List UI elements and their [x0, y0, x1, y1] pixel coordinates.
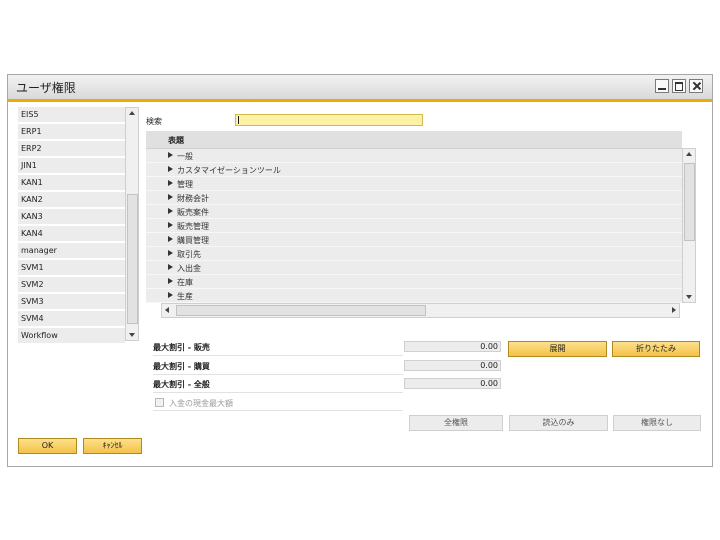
user-list-item[interactable]: ERP1 — [18, 124, 125, 140]
minimize-icon[interactable] — [655, 79, 669, 93]
max-discount-purchasing-field[interactable]: 0.00 — [404, 360, 501, 371]
close-icon[interactable] — [689, 79, 703, 93]
scroll-right-icon[interactable] — [672, 307, 676, 313]
tree-node[interactable]: 管理 — [146, 177, 682, 191]
tree-node-label: 購買管理 — [177, 236, 209, 245]
user-list-item[interactable]: KAN3 — [18, 209, 125, 225]
field-underline — [153, 374, 403, 375]
title-bar[interactable]: ユーザ権限 — [8, 75, 712, 102]
search-input[interactable] — [235, 114, 423, 126]
collapse-button[interactable]: 折りたたみ — [612, 341, 700, 357]
max-discount-general-field[interactable]: 0.00 — [404, 378, 501, 389]
tree-node[interactable]: 購買管理 — [146, 233, 682, 247]
tree-node-label: 取引先 — [177, 250, 201, 259]
scroll-up-icon[interactable] — [686, 152, 692, 156]
field-underline — [153, 410, 403, 411]
user-list-scrollbar[interactable] — [125, 107, 139, 341]
expand-button[interactable]: 展開 — [508, 341, 607, 357]
tree-node-label: 一般 — [177, 152, 193, 161]
tree-node[interactable]: 販売案件 — [146, 205, 682, 219]
user-list-item[interactable]: manager — [18, 243, 125, 259]
text-caret — [238, 116, 239, 124]
tree-node[interactable]: 財務会計 — [146, 191, 682, 205]
expand-triangle-icon[interactable] — [168, 208, 173, 214]
expand-triangle-icon[interactable] — [168, 180, 173, 186]
max-cash-amount-checkbox[interactable] — [155, 398, 164, 407]
user-list-item[interactable]: SVM3 — [18, 294, 125, 310]
user-list-item[interactable]: SVM1 — [18, 260, 125, 276]
no-authorization-button[interactable]: 権限なし — [613, 415, 701, 431]
max-discount-sales-label: 最大割引 - 販売 — [153, 343, 210, 352]
user-list-item[interactable]: ERP2 — [18, 141, 125, 157]
tree-horizontal-scrollbar[interactable] — [161, 303, 680, 318]
field-underline — [153, 392, 403, 393]
read-only-button[interactable]: 読込のみ — [509, 415, 608, 431]
tree-node[interactable]: 在庫 — [146, 275, 682, 289]
tree-node[interactable]: 販売管理 — [146, 219, 682, 233]
scroll-left-icon[interactable] — [165, 307, 169, 313]
scroll-down-icon[interactable] — [129, 333, 135, 337]
user-list: EIS5 ERP1 ERP2 JIN1 KAN1 KAN2 KAN3 KAN4 … — [18, 107, 125, 344]
scroll-thumb[interactable] — [176, 305, 426, 316]
expand-triangle-icon[interactable] — [168, 222, 173, 228]
expand-triangle-icon[interactable] — [168, 236, 173, 242]
user-list-item[interactable]: Workflow — [18, 328, 125, 344]
user-list-item[interactable]: SVM4 — [18, 311, 125, 327]
ok-button[interactable]: OK — [18, 438, 77, 454]
full-authorization-button[interactable]: 全権限 — [409, 415, 503, 431]
field-underline — [153, 355, 403, 356]
expand-triangle-icon[interactable] — [168, 166, 173, 172]
max-discount-sales-field[interactable]: 0.00 — [404, 341, 501, 352]
user-list-item[interactable]: SVM2 — [18, 277, 125, 293]
tree-node-label: カスタマイゼーションツール — [177, 166, 281, 175]
tree-node-label: 販売管理 — [177, 222, 209, 231]
cancel-button[interactable]: ｷｬﾝｾﾙ — [83, 438, 142, 454]
user-list-item[interactable]: KAN2 — [18, 192, 125, 208]
tree-node-label: 管理 — [177, 180, 193, 189]
expand-triangle-icon[interactable] — [168, 264, 173, 270]
scroll-thumb[interactable] — [127, 194, 138, 324]
tree-vertical-scrollbar[interactable] — [682, 148, 696, 303]
search-label: 検索 — [146, 117, 162, 126]
expand-triangle-icon[interactable] — [168, 250, 173, 256]
tree-node[interactable]: カスタマイゼーションツール — [146, 163, 682, 177]
scroll-up-icon[interactable] — [129, 111, 135, 115]
tree-node[interactable]: 生産 — [146, 289, 682, 303]
tree-node[interactable]: 一般 — [146, 149, 682, 163]
tree-node-label: 販売案件 — [177, 208, 209, 217]
user-list-item[interactable]: KAN4 — [18, 226, 125, 242]
tree-node-label: 入出金 — [177, 264, 201, 273]
scroll-down-icon[interactable] — [686, 295, 692, 299]
user-list-item[interactable]: EIS5 — [18, 107, 125, 123]
expand-triangle-icon[interactable] — [168, 278, 173, 284]
max-discount-purchasing-label: 最大割引 - 購買 — [153, 362, 210, 371]
tree-node[interactable]: 取引先 — [146, 247, 682, 261]
user-list-item[interactable]: JIN1 — [18, 158, 125, 174]
tree-header-label: 表題 — [168, 136, 184, 145]
tree-node-label: 生産 — [177, 292, 193, 301]
user-list-item[interactable]: KAN1 — [18, 175, 125, 191]
authorization-tree: 表題 一般 カスタマイゼーションツール 管理 財務会計 販売案件 販売管理 購買… — [146, 131, 682, 303]
max-cash-amount-label: 入金の現金最大額 — [169, 399, 233, 408]
tree-header: 表題 — [146, 131, 682, 149]
max-discount-general-label: 最大割引 - 全般 — [153, 380, 210, 389]
tree-node-label: 財務会計 — [177, 194, 209, 203]
tree-node-label: 在庫 — [177, 278, 193, 287]
tree-node[interactable]: 入出金 — [146, 261, 682, 275]
expand-triangle-icon[interactable] — [168, 292, 173, 298]
window-title: ユーザ権限 — [16, 81, 76, 95]
expand-triangle-icon[interactable] — [168, 194, 173, 200]
scroll-thumb[interactable] — [684, 163, 695, 241]
maximize-icon[interactable] — [672, 79, 686, 93]
expand-triangle-icon[interactable] — [168, 152, 173, 158]
